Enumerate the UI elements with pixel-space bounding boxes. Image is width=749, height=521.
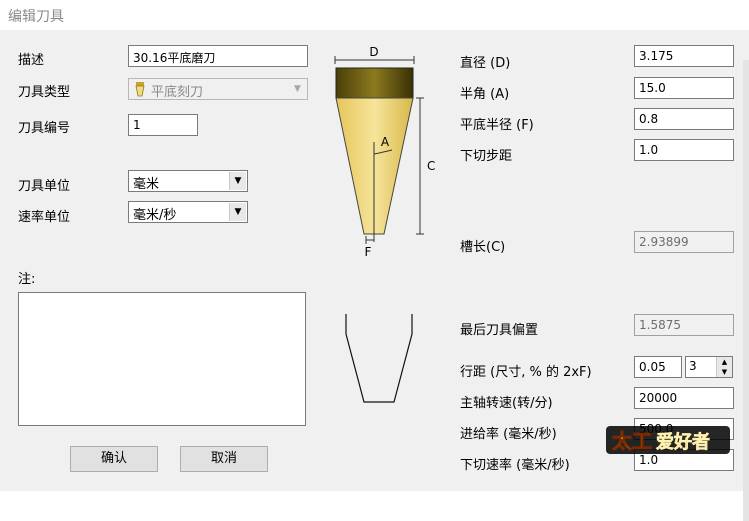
stepover-spinner[interactable]: 3 ▲ ▼ xyxy=(685,356,733,378)
cut-profile xyxy=(345,314,413,403)
window-title: 编辑刀具 xyxy=(8,9,64,25)
spindle-speed-input[interactable]: 20000 xyxy=(634,387,734,409)
tool-type-select[interactable]: 平底刻刀 ▼ xyxy=(128,78,308,100)
stepover-input[interactable]: 0.05 xyxy=(634,356,682,378)
tool-unit-select[interactable]: 毫米 ▼ xyxy=(128,170,248,192)
title-bar[interactable]: 编辑刀具 xyxy=(0,0,749,30)
spin-down-icon[interactable]: ▼ xyxy=(716,367,732,377)
desc-label: 描述 xyxy=(18,53,45,68)
ok-button[interactable]: 确认 xyxy=(70,446,158,472)
tool-diagram: D A C F xyxy=(334,45,435,403)
notes-label: 注: xyxy=(18,272,36,287)
tool-type-value: 平底刻刀 xyxy=(151,85,204,100)
tool-number-input[interactable]: 1 xyxy=(128,114,198,136)
final-offset-field: 1.5875 xyxy=(634,314,734,336)
stepover-label: 行距 (尺寸, % 的 2xF) xyxy=(460,365,592,380)
spin-up-icon[interactable]: ▲ xyxy=(716,357,732,367)
chevron-down-icon: ▼ xyxy=(229,203,246,221)
cancel-button[interactable]: 取消 xyxy=(180,446,268,472)
flute-length-label: 槽长(C) xyxy=(460,240,506,255)
tool-type-label: 刀具类型 xyxy=(18,85,71,100)
feed-rate-label: 进给率 (毫米/秒) xyxy=(460,427,557,442)
label-d: D xyxy=(369,45,378,59)
label-c: C xyxy=(427,159,435,173)
label-f: F xyxy=(365,245,372,259)
notes-textarea[interactable] xyxy=(18,292,306,426)
flute-length-field: 2.93899 xyxy=(634,231,734,253)
spindle-speed-label: 主轴转速(转/分) xyxy=(460,396,553,411)
label-a: A xyxy=(381,135,390,149)
plunge-rate-label: 下切速率 (毫米/秒) xyxy=(460,458,570,473)
window-edge xyxy=(743,60,749,521)
tool-unit-value: 毫米 xyxy=(133,177,160,192)
flat-tool-icon xyxy=(135,82,145,97)
stepdown-input[interactable]: 1.0 xyxy=(634,139,734,161)
half-angle-label: 半角 (A) xyxy=(460,87,510,102)
diameter-label: 直径 (D) xyxy=(460,56,511,71)
tool-unit-label: 刀具单位 xyxy=(18,179,71,194)
rate-unit-label: 速率单位 xyxy=(18,210,71,225)
diameter-input[interactable]: 3.175 xyxy=(634,45,734,67)
rate-unit-select[interactable]: 毫米/秒 ▼ xyxy=(128,201,248,223)
stepover-spin-value: 3 xyxy=(689,359,697,373)
flat-radius-label: 平底半径 (F) xyxy=(460,118,534,133)
desc-input[interactable]: 30.16平底磨刀 xyxy=(128,45,308,67)
stepdown-label: 下切步距 xyxy=(460,149,513,164)
svg-text:爱好者: 爱好者 xyxy=(656,431,710,453)
watermark-logo: 太工 爱好者 xyxy=(606,426,730,454)
flat-radius-input[interactable]: 0.8 xyxy=(634,108,734,130)
half-angle-input[interactable]: 15.0 xyxy=(634,77,734,99)
rate-unit-value: 毫米/秒 xyxy=(133,208,177,223)
final-offset-label: 最后刀具偏置 xyxy=(460,323,539,338)
tool-number-label: 刀具编号 xyxy=(18,121,71,136)
chevron-down-icon: ▼ xyxy=(229,172,246,190)
svg-text:太工: 太工 xyxy=(612,429,652,453)
chevron-down-icon: ▼ xyxy=(289,80,306,98)
